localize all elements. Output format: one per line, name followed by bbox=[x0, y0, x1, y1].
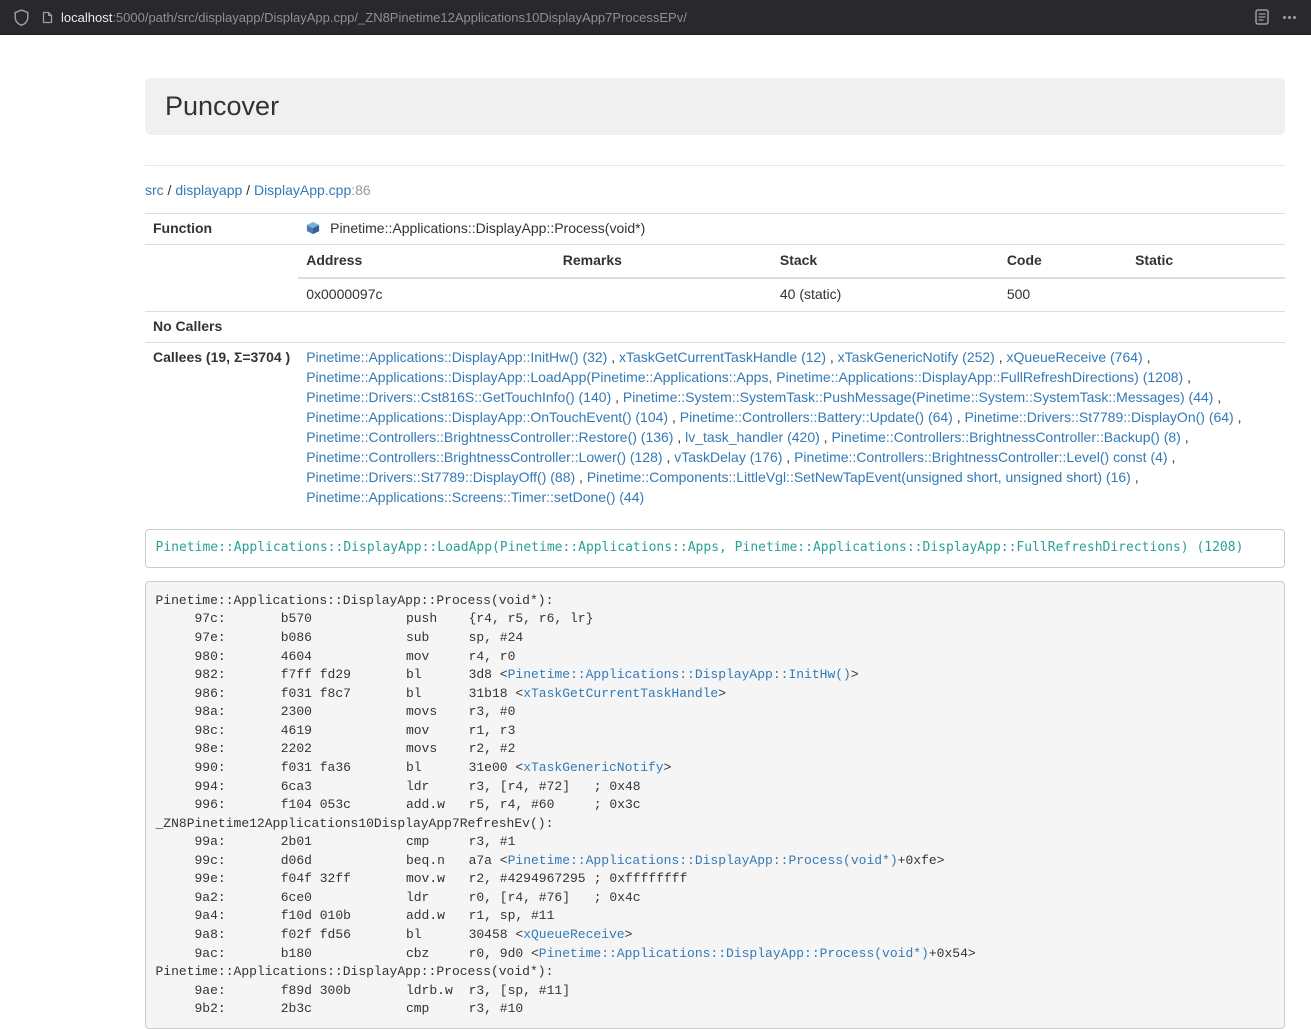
callee-link[interactable]: Pinetime::Controllers::BrightnessControl… bbox=[831, 429, 1180, 445]
url-text: localhost:5000/path/src/displayapp/Displ… bbox=[61, 10, 687, 25]
detail-header-row: AddressRemarksStackCodeStatic bbox=[298, 245, 1285, 278]
function-icon bbox=[306, 221, 320, 235]
callee-separator: , bbox=[782, 449, 794, 465]
symbol-link[interactable]: Pinetime::Applications::DisplayApp::Init… bbox=[508, 667, 851, 682]
breadcrumb-separator: / bbox=[242, 182, 254, 198]
callee-link[interactable]: lv_task_handler (420) bbox=[685, 429, 820, 445]
no-callers-cell bbox=[298, 311, 1285, 342]
callee-link[interactable]: Pinetime::Applications::Screens::Timer::… bbox=[306, 489, 644, 505]
detail-cell: AddressRemarksStackCodeStatic 0x0000097c… bbox=[298, 244, 1285, 311]
callee-link[interactable]: vTaskDelay (176) bbox=[674, 449, 782, 465]
callee-link[interactable]: Pinetime::Applications::DisplayApp::Load… bbox=[306, 369, 1183, 385]
callee-separator: , bbox=[673, 429, 685, 445]
no-callers-label: No Callers bbox=[145, 311, 298, 342]
disassembly: Pinetime::Applications::DisplayApp::Proc… bbox=[145, 581, 1285, 1029]
no-callers-row: No Callers bbox=[145, 311, 1285, 342]
reader-icon[interactable] bbox=[1255, 9, 1269, 25]
content: Puncover src / displayapp / DisplayApp.c… bbox=[145, 78, 1285, 1029]
detail-col-stack: Stack bbox=[772, 245, 999, 278]
callee-link[interactable]: Pinetime::Components::LittleVgl::SetNewT… bbox=[587, 469, 1131, 485]
callee-separator: , bbox=[1181, 429, 1189, 445]
breadcrumb-link[interactable]: DisplayApp.cpp bbox=[254, 182, 351, 198]
url-host: localhost bbox=[61, 10, 112, 25]
callee-separator: , bbox=[611, 389, 623, 405]
callee-separator: , bbox=[575, 469, 587, 485]
symbol-link[interactable]: xQueueReceive bbox=[523, 927, 624, 942]
function-table: Function Pinetime::Applications::Display… bbox=[145, 213, 1285, 513]
breadcrumb-line-number: :86 bbox=[351, 182, 370, 198]
breadcrumb-link[interactable]: src bbox=[145, 182, 164, 198]
url-bar[interactable]: localhost:5000/path/src/displayapp/Displ… bbox=[42, 10, 1242, 25]
callee-separator: , bbox=[668, 409, 680, 425]
callee-separator: , bbox=[1183, 369, 1191, 385]
detail-col-address: Address bbox=[298, 245, 555, 278]
callee-separator: , bbox=[1143, 349, 1151, 365]
callee-link[interactable]: xQueueReceive (764) bbox=[1007, 349, 1143, 365]
callee-separator: , bbox=[1213, 389, 1221, 405]
detail-col-static: Static bbox=[1127, 245, 1285, 278]
callee-link[interactable]: Pinetime::Drivers::St7789::DisplayOn() (… bbox=[965, 409, 1234, 425]
breadcrumb: src / displayapp / DisplayApp.cpp:86 bbox=[145, 180, 1285, 200]
callee-separator: , bbox=[820, 429, 832, 445]
function-row-label: Function bbox=[145, 214, 298, 245]
detail-row-label bbox=[145, 244, 298, 311]
callee-link[interactable]: Pinetime::Applications::DisplayApp::Init… bbox=[306, 349, 607, 365]
disassembly-code: Pinetime::Applications::DisplayApp::Proc… bbox=[156, 593, 976, 1016]
detail-col-code: Code bbox=[999, 245, 1127, 278]
detail-value-code: 500 bbox=[999, 278, 1127, 311]
function-detail-table: AddressRemarksStackCodeStatic 0x0000097c… bbox=[298, 245, 1285, 311]
detail-value-static bbox=[1127, 278, 1285, 311]
callee-link[interactable]: Pinetime::Controllers::Battery::Update()… bbox=[680, 409, 953, 425]
overflow-menu-icon[interactable] bbox=[1282, 10, 1297, 25]
function-row: Function Pinetime::Applications::Display… bbox=[145, 214, 1285, 245]
breadcrumb-link[interactable]: displayapp bbox=[175, 182, 242, 198]
callee-separator: , bbox=[953, 409, 965, 425]
callees-list: Pinetime::Applications::DisplayApp::Init… bbox=[298, 342, 1285, 512]
symbol-link[interactable]: Pinetime::Applications::DisplayApp::Proc… bbox=[508, 853, 898, 868]
callee-link[interactable]: Pinetime::System::SystemTask::PushMessag… bbox=[623, 389, 1214, 405]
detail-value-remarks bbox=[555, 278, 772, 311]
callee-separator: , bbox=[1168, 449, 1176, 465]
symbol-link[interactable]: Pinetime::Applications::DisplayApp::Proc… bbox=[539, 946, 929, 961]
callee-link[interactable]: Pinetime::Controllers::BrightnessControl… bbox=[794, 449, 1167, 465]
page-header: Puncover bbox=[145, 78, 1285, 135]
function-cell: Pinetime::Applications::DisplayApp::Proc… bbox=[298, 214, 1285, 245]
callee-link[interactable]: Pinetime::Controllers::BrightnessControl… bbox=[306, 429, 673, 445]
callee-link[interactable]: Pinetime::Controllers::BrightnessControl… bbox=[306, 449, 662, 465]
detail-value-address: 0x0000097c bbox=[298, 278, 555, 311]
detail-value-row: 0x0000097c 40 (static)500 bbox=[298, 278, 1285, 311]
callee-separator: , bbox=[663, 449, 675, 465]
highlighted-symbol: Pinetime::Applications::DisplayApp::Load… bbox=[145, 529, 1285, 569]
url-path: :5000/path/src/displayapp/DisplayApp.cpp… bbox=[112, 10, 687, 25]
detail-value-stack: 40 (static) bbox=[772, 278, 999, 311]
detail-col-remarks: Remarks bbox=[555, 245, 772, 278]
page-title: Puncover bbox=[165, 91, 1265, 122]
callees-row: Callees (19, Σ=3704 ) Pinetime::Applicat… bbox=[145, 342, 1285, 512]
breadcrumb-separator: / bbox=[164, 182, 176, 198]
callee-link[interactable]: Pinetime::Drivers::Cst816S::GetTouchInfo… bbox=[306, 389, 611, 405]
callee-separator: , bbox=[1234, 409, 1242, 425]
callee-separator: , bbox=[995, 349, 1007, 365]
callee-separator: , bbox=[826, 349, 838, 365]
symbol-link[interactable]: xTaskGetCurrentTaskHandle bbox=[523, 686, 718, 701]
callee-separator: , bbox=[1131, 469, 1139, 485]
callee-link[interactable]: Pinetime::Applications::DisplayApp::OnTo… bbox=[306, 409, 668, 425]
page-icon bbox=[42, 11, 53, 24]
callee-separator: , bbox=[607, 349, 619, 365]
divider bbox=[145, 165, 1285, 166]
browser-topbar: localhost:5000/path/src/displayapp/Displ… bbox=[0, 0, 1311, 35]
callee-link[interactable]: xTaskGetCurrentTaskHandle (12) bbox=[619, 349, 826, 365]
callee-link[interactable]: Pinetime::Drivers::St7789::DisplayOff() … bbox=[306, 469, 575, 485]
function-name: Pinetime::Applications::DisplayApp::Proc… bbox=[330, 220, 645, 236]
symbol-link[interactable]: xTaskGenericNotify bbox=[523, 760, 663, 775]
shield-icon[interactable] bbox=[14, 9, 29, 26]
callee-link[interactable]: xTaskGenericNotify (252) bbox=[838, 349, 995, 365]
detail-row: AddressRemarksStackCodeStatic 0x0000097c… bbox=[145, 244, 1285, 311]
callees-label: Callees (19, Σ=3704 ) bbox=[145, 342, 298, 512]
